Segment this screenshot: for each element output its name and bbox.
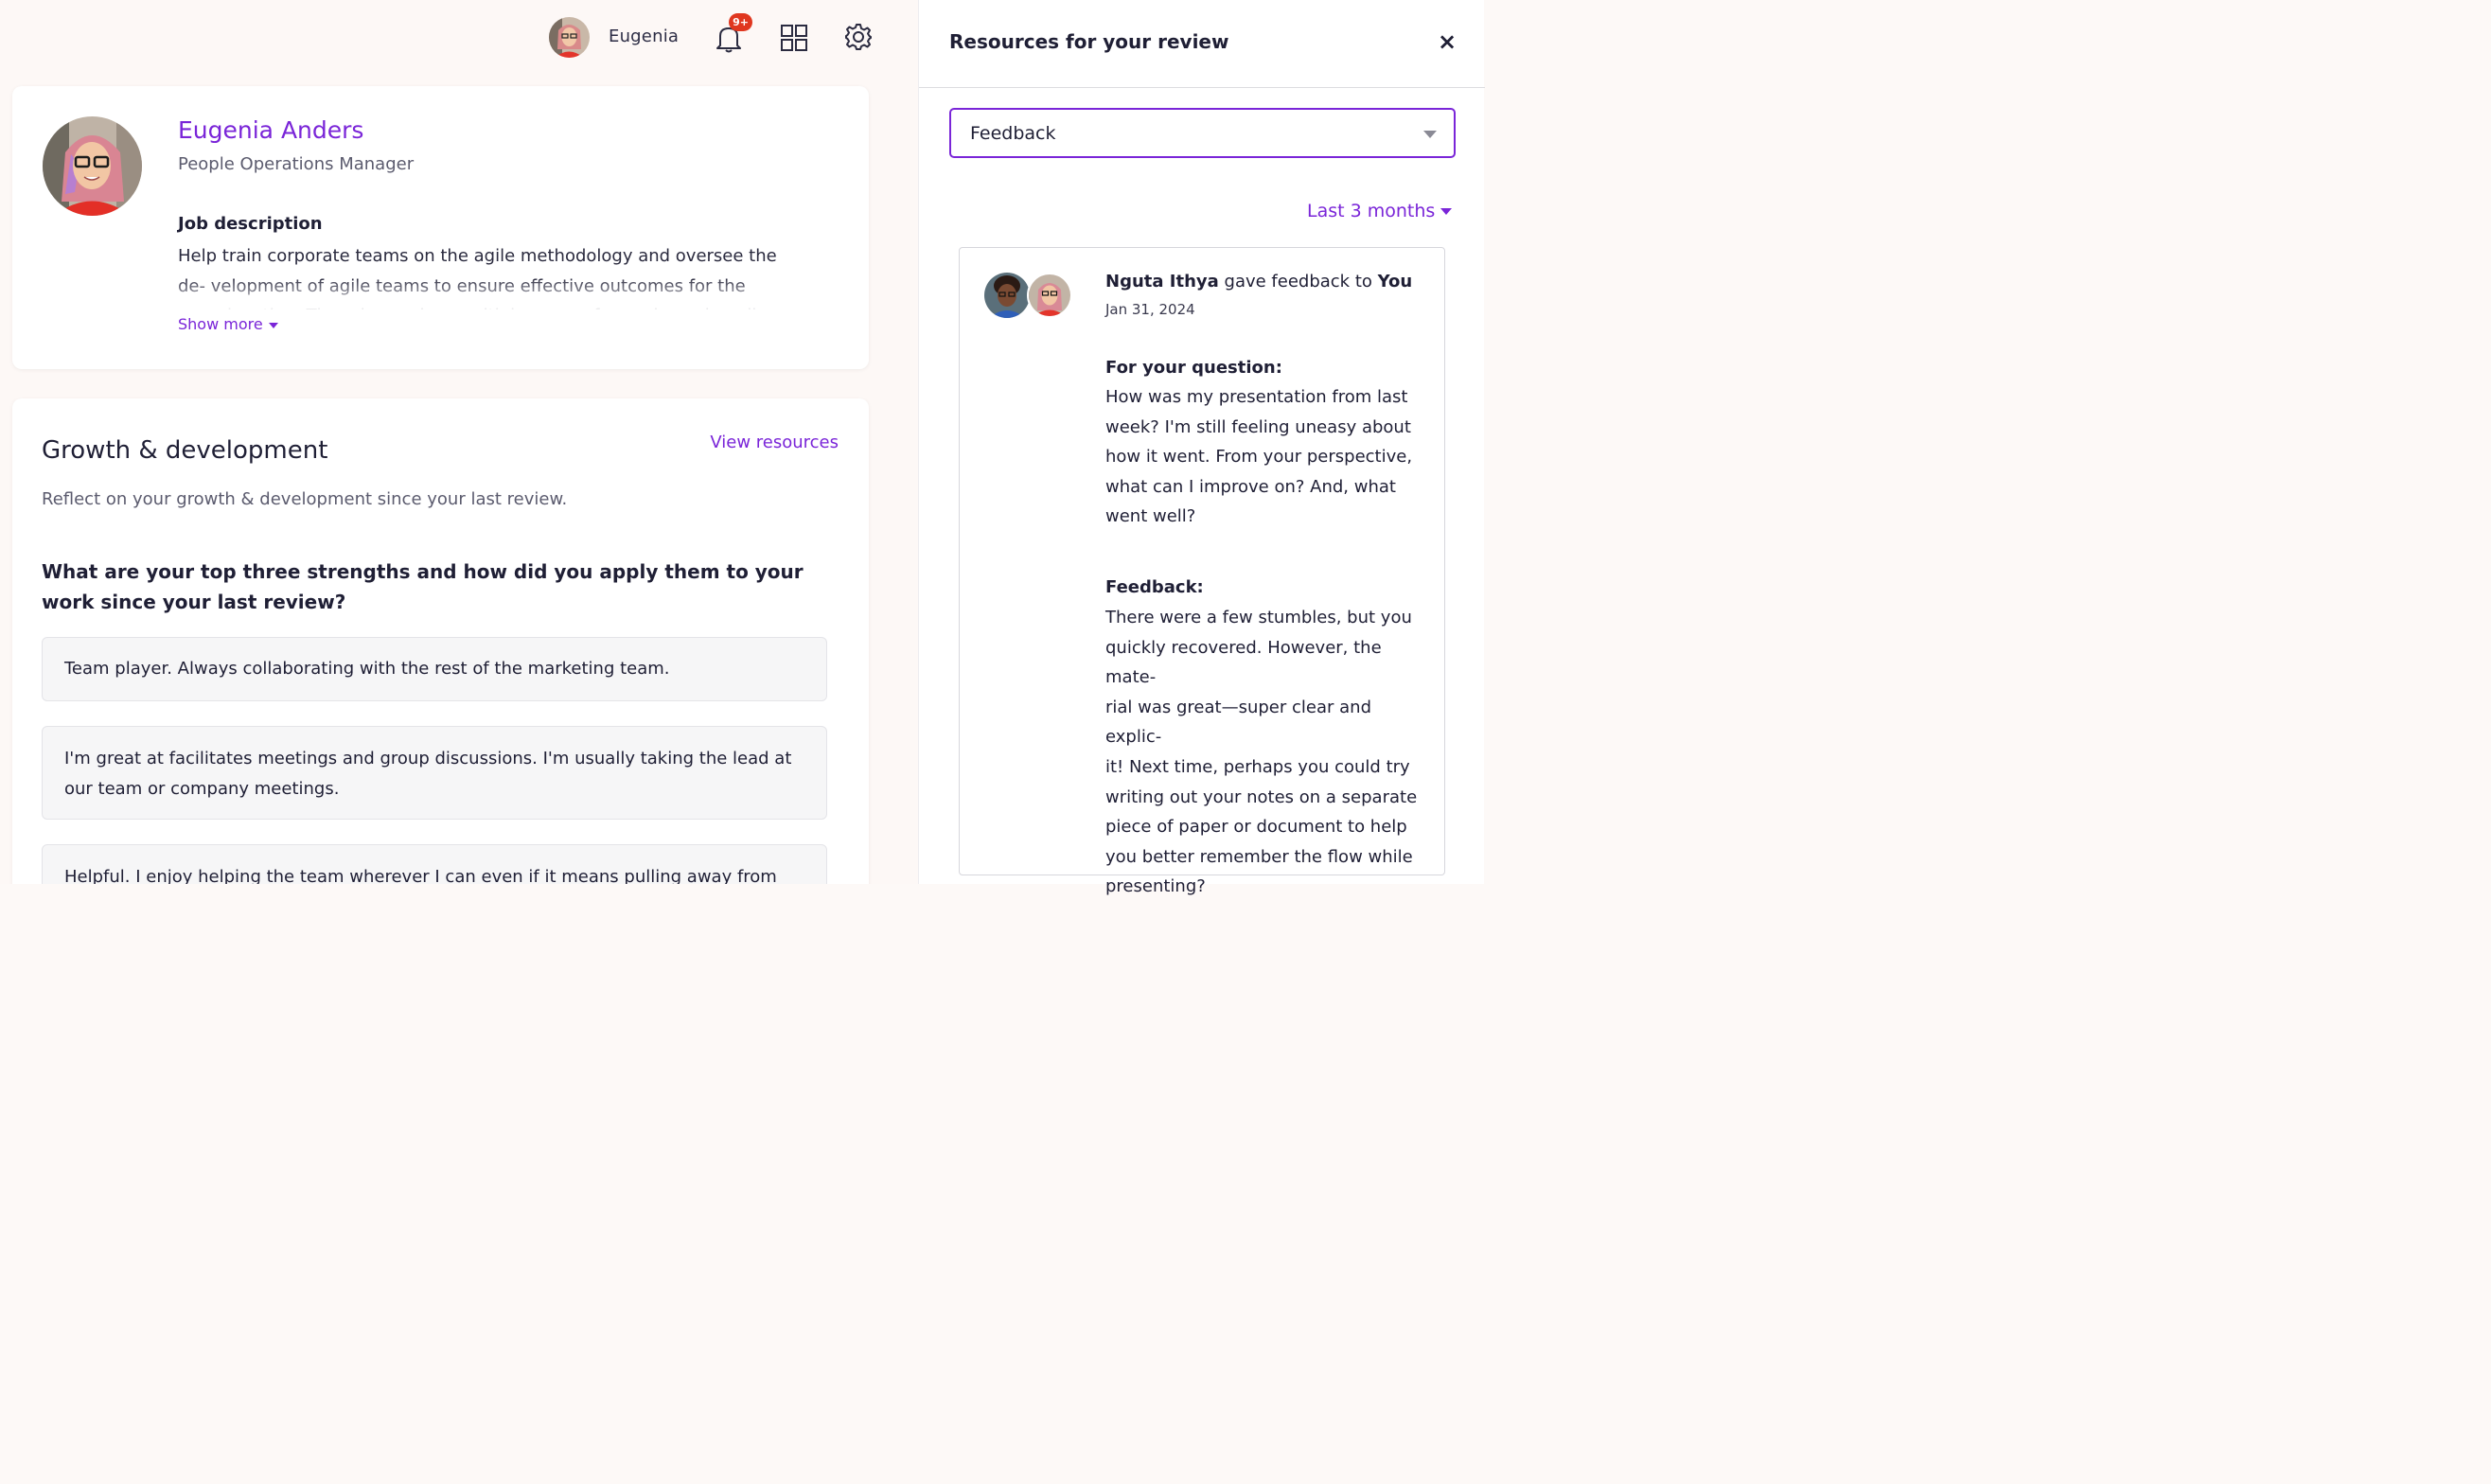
recipient-name: You bbox=[1377, 272, 1413, 292]
text-fade-overlay bbox=[173, 280, 817, 312]
show-more-label: Show more bbox=[178, 315, 263, 333]
section-subtitle: Reflect on your growth & development sin… bbox=[42, 489, 568, 509]
question-text: What are your top three strengths and ho… bbox=[42, 560, 804, 613]
feedback-card: Nguta Ithya gave feedback to You Jan 31,… bbox=[959, 247, 1445, 896]
select-value: Feedback bbox=[970, 123, 1056, 144]
job-description-heading: Job description bbox=[178, 214, 323, 234]
date-filter-dropdown[interactable]: Last 3 months bbox=[1307, 201, 1453, 221]
feedback-body: There were a few stumbles, but you quick… bbox=[1105, 608, 1418, 897]
feedback-summary: Nguta Ithya gave feedback to You bbox=[1105, 272, 1412, 292]
close-icon[interactable]: × bbox=[1438, 28, 1457, 55]
feedback-date: Jan 31, 2024 bbox=[1105, 301, 1195, 318]
profile-name: Eugenia Anders bbox=[178, 116, 364, 144]
profile-card: Eugenia Anders People Operations Manager… bbox=[12, 86, 869, 369]
answer-field-3[interactable]: Helpful. I enjoy helping the team wherev… bbox=[42, 844, 827, 884]
main-content: Eugenia 9+ Eugenia Anders People Operati… bbox=[0, 0, 918, 884]
answer-field-2[interactable]: I'm great at facilitates meetings and gr… bbox=[42, 726, 827, 820]
user-name[interactable]: Eugenia bbox=[609, 26, 679, 46]
date-filter-label: Last 3 months bbox=[1307, 201, 1436, 221]
giver-name: Nguta Ithya bbox=[1105, 272, 1219, 292]
giver-avatar bbox=[984, 273, 1030, 318]
show-more-link[interactable]: Show more bbox=[178, 315, 278, 333]
top-bar: Eugenia 9+ bbox=[0, 0, 918, 76]
chevron-down-icon bbox=[268, 322, 278, 328]
notification-badge: 9+ bbox=[729, 13, 752, 31]
growth-card: Growth & development View resources Refl… bbox=[12, 398, 869, 884]
avatar-image bbox=[549, 17, 590, 58]
feedback-heading: Feedback: bbox=[1105, 577, 1204, 597]
question-heading: For your question: bbox=[1105, 358, 1282, 378]
resource-type-select[interactable]: Feedback bbox=[949, 108, 1456, 158]
chevron-down-icon bbox=[1440, 208, 1453, 215]
feedback-action: gave feedback to bbox=[1224, 272, 1372, 292]
user-avatar[interactable] bbox=[549, 17, 590, 58]
profile-title: People Operations Manager bbox=[178, 154, 415, 174]
view-resources-link[interactable]: View resources bbox=[710, 433, 839, 452]
resources-panel: Resources for your review × Feedback Las… bbox=[918, 0, 1485, 896]
apps-grid-icon[interactable] bbox=[780, 24, 808, 52]
section-title: Growth & development bbox=[42, 436, 328, 465]
recipient-avatar bbox=[1027, 273, 1072, 318]
question-body: How was my presentation from last week? … bbox=[1105, 387, 1413, 527]
panel-header: Resources for your review × bbox=[919, 0, 1485, 88]
panel-title: Resources for your review bbox=[949, 30, 1229, 53]
profile-photo bbox=[43, 116, 142, 216]
gear-icon[interactable] bbox=[843, 22, 874, 52]
chevron-down-icon bbox=[1423, 131, 1437, 138]
profile-avatar bbox=[43, 116, 142, 216]
answer-field-1[interactable]: Team player. Always collaborating with t… bbox=[42, 637, 827, 701]
